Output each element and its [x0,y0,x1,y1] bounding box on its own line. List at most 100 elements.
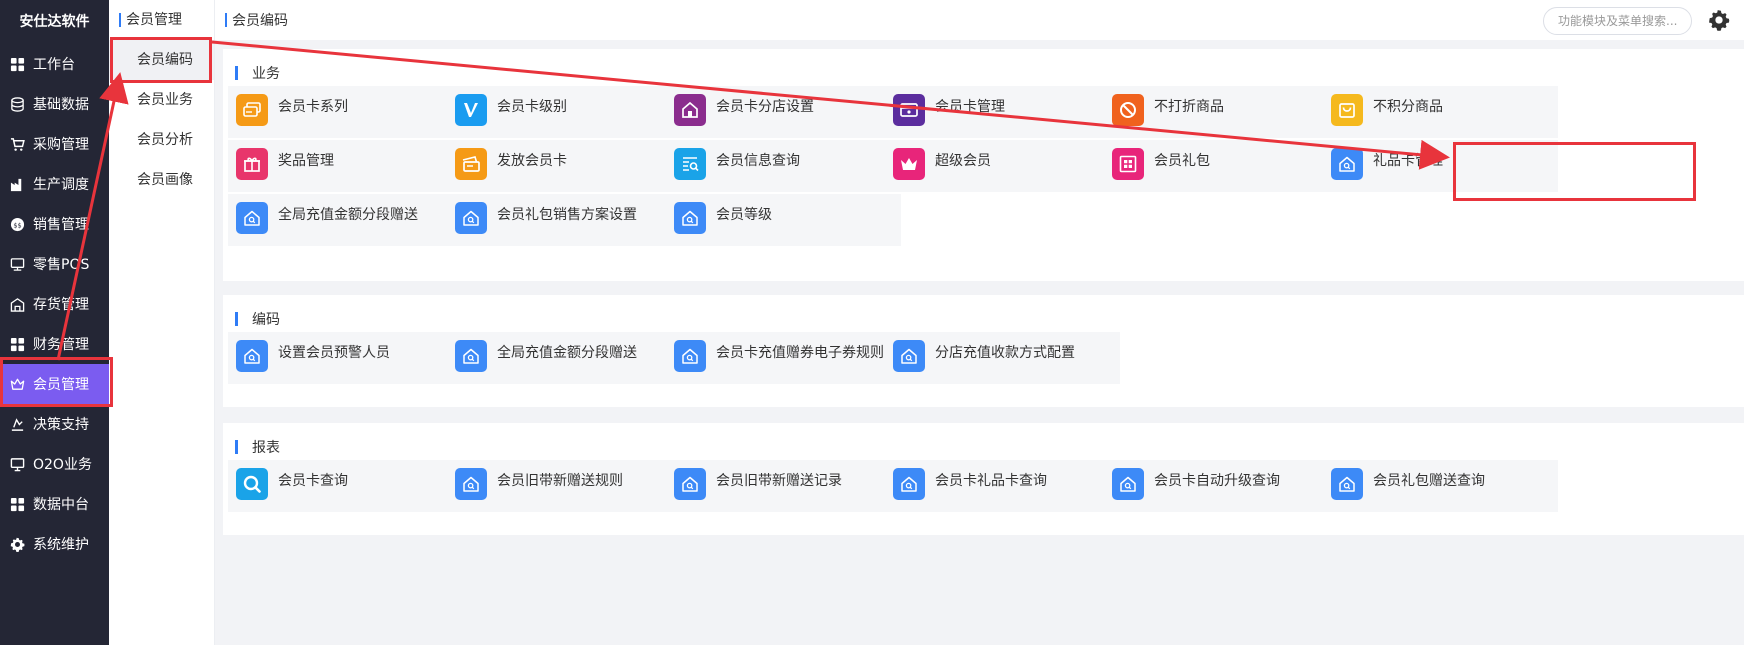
nav-item-9[interactable]: 决策支持 [0,404,109,444]
top-bar: 会员编码 功能模块及菜单搜索... [215,0,1744,40]
nav-item-5[interactable]: 零售POS [0,244,109,284]
bag-icon [1331,94,1363,126]
function-tile[interactable]: 会员卡级别 [447,86,682,138]
nav-item-7[interactable]: 财务管理 [0,324,109,364]
section-title-label: 业务 [252,66,280,82]
function-tile-label: 分店充值收款方式配置 [935,345,1075,361]
function-tile[interactable]: 奖品管理 [228,140,463,192]
section-card-business: 业务会员卡系列 会员卡级别 会员卡分店设置 会员卡管理 不打折商品 不积分商品奖品管理 发放… [223,49,1744,281]
function-tile[interactable]: 会员旧带新赠送规则 [447,460,682,512]
sub-menu-item-0[interactable]: 会员编码 [109,40,214,80]
section-title: 报表 [235,439,280,456]
nav-item-4[interactable]: $$ 销售管理 [0,204,109,244]
function-tile-label: 会员卡礼品卡查询 [935,473,1047,489]
decision-icon [9,416,25,432]
nav-item-label: 零售POS [33,257,90,273]
nav-item-3[interactable]: 生产调度 [0,164,109,204]
function-tile[interactable]: 会员礼包 [1104,140,1339,192]
function-tile[interactable]: 不积分商品 [1323,86,1558,138]
breadcrumb: 会员编码 [225,0,288,40]
function-tile[interactable]: 会员等级 [666,194,901,246]
sub-menu-header: 会员管理 [109,0,214,40]
gift-icon [236,148,268,180]
function-tile[interactable]: 全局充值金额分段赠送 [447,332,682,384]
home-search-icon [893,468,925,500]
nav-item-10[interactable]: O2O业务 [0,444,109,484]
function-tile[interactable]: 会员信息查询 [666,140,901,192]
function-tile-label: 不积分商品 [1373,99,1443,115]
nav-item-label: 会员管理 [33,377,89,393]
function-tile[interactable]: 会员卡礼品卡查询 [885,460,1120,512]
function-tile[interactable]: 超级会员 [885,140,1120,192]
nav-item-label: 生产调度 [33,177,89,193]
function-tile[interactable]: 发放会员卡 [447,140,682,192]
nav-item-11[interactable]: 数据中台 [0,484,109,524]
section-title-label: 编码 [252,312,280,328]
brand-logo: 安仕达软件 [19,14,90,30]
function-tile[interactable]: 全局充值金额分段赠送 [228,194,463,246]
sub-menu-item-2[interactable]: 会员分析 [109,120,214,160]
function-tile-label: 会员等级 [716,207,772,223]
function-tile-label: 会员信息查询 [716,153,800,169]
function-tile[interactable]: 会员礼包销售方案设置 [447,194,682,246]
nav-item-0[interactable]: 工作台 [0,44,109,84]
v-level-icon [455,94,487,126]
nav-item-label: 工作台 [33,57,75,73]
function-tile[interactable]: 会员卡系列 [228,86,463,138]
nav-item-label: 数据中台 [33,497,89,513]
function-tile[interactable]: 设置会员预警人员 [228,332,463,384]
section-title: 编码 [235,311,280,328]
gear-icon[interactable] [1708,9,1730,31]
no-discount-icon [1112,94,1144,126]
nav-item-1[interactable]: 基础数据 [0,84,109,124]
function-tile-label: 不打折商品 [1154,99,1224,115]
section-card-coding: 编码设置会员预警人员 全局充值金额分段赠送 会员卡充值赠券电子券规则 分店充值收款方式… [223,295,1744,407]
function-tile[interactable]: 分店充值收款方式配置 [885,332,1120,384]
function-tile[interactable]: 会员卡查询 [228,460,463,512]
function-tile-label: 全局充值金额分段赠送 [278,207,418,223]
nav-item-12[interactable]: 系统维护 [0,524,109,564]
nav-item-label: 系统维护 [33,537,89,553]
section-title-label: 报表 [252,440,280,456]
database-icon [9,96,25,112]
grid-icon [9,336,25,352]
home-search-icon [1112,468,1144,500]
function-tile-label: 会员礼包赠送查询 [1373,473,1485,489]
function-tile-label: 会员卡充值赠券电子券规则 [716,345,884,361]
function-tile[interactable]: 会员卡管理 [885,86,1120,138]
card-series-icon [236,94,268,126]
home-search-icon [236,340,268,372]
function-tile[interactable]: 礼品卡管理 [1323,140,1558,192]
sub-menu-item-3[interactable]: 会员画像 [109,160,214,200]
home-search-icon [1331,468,1363,500]
section-title: 业务 [235,65,280,82]
gear-icon [9,536,25,552]
function-tile-label: 会员礼包 [1154,153,1210,169]
function-tile[interactable]: 会员卡分店设置 [666,86,901,138]
sub-menu: 会员管理 会员编码 会员业务 会员分析 会员画像 [109,0,215,645]
function-tile-label: 会员卡自动升级查询 [1154,473,1280,489]
function-tile[interactable]: 会员礼包赠送查询 [1323,460,1558,512]
breadcrumb-label: 会员编码 [232,13,288,29]
function-tile[interactable]: 会员卡充值赠券电子券规则 [666,332,901,384]
function-tile[interactable]: 会员卡自动升级查询 [1104,460,1339,512]
section-card-reports: 报表会员卡查询 会员旧带新赠送规则 会员旧带新赠送记录 会员卡礼品卡查询 会员卡自动升级… [223,423,1744,535]
function-tile-label: 会员卡级别 [497,99,567,115]
grid-icon [9,56,25,72]
pos-icon [9,256,25,272]
nav-item-8[interactable]: 会员管理 [0,364,109,404]
sales-badge-icon: $$ [9,216,25,232]
nav-item-2[interactable]: 采购管理 [0,124,109,164]
search-input[interactable]: 功能模块及菜单搜索... [1543,7,1692,35]
function-tile[interactable]: 不打折商品 [1104,86,1339,138]
function-tile[interactable]: 会员旧带新赠送记录 [666,460,901,512]
function-tile-label: 会员礼包销售方案设置 [497,207,637,223]
magnifier-icon [236,468,268,500]
function-tile-label: 会员旧带新赠送记录 [716,473,842,489]
function-tile-label: 发放会员卡 [497,153,567,169]
nav-item-label: 基础数据 [33,97,89,113]
sub-menu-item-1[interactable]: 会员业务 [109,80,214,120]
home-search-icon [674,202,706,234]
nav-item-6[interactable]: 存货管理 [0,284,109,324]
home-search-icon [893,340,925,372]
